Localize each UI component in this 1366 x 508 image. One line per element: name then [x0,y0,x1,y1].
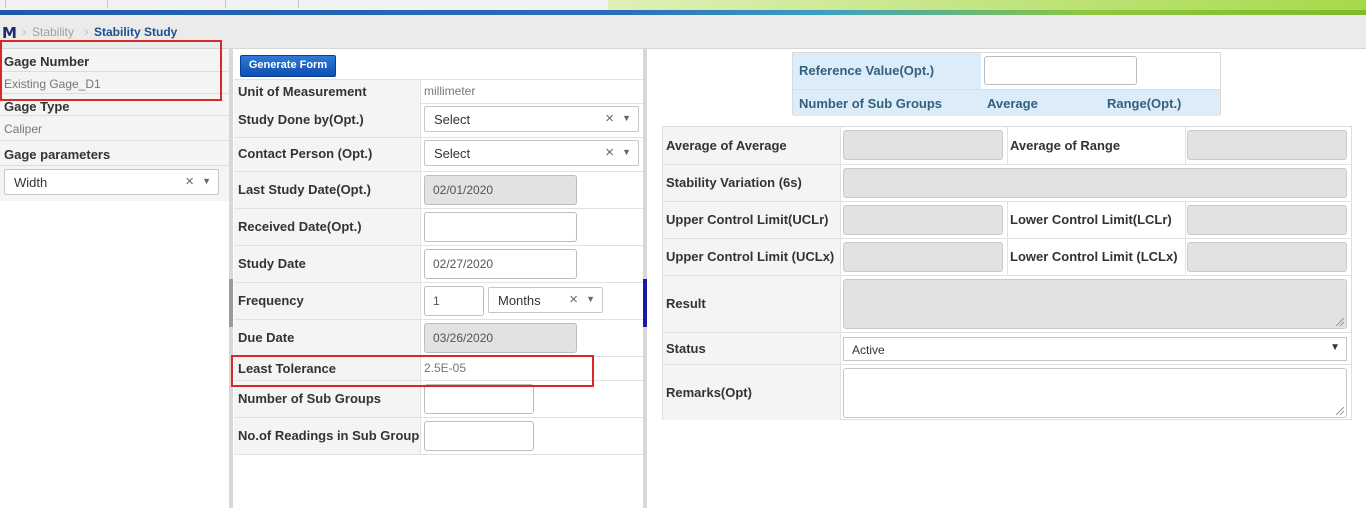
highlight-box-least-tolerance [231,355,594,387]
average-of-range-label: Average of Range [1010,138,1121,153]
ucl-r-label: Upper Control Limit(UCLr) [666,212,829,227]
breadcrumb-separator: › [22,23,27,39]
dropdown-arrow-icon[interactable]: ▼ [586,294,595,304]
ucl-x-field[interactable] [843,242,1003,272]
ucl-x-label: Upper Control Limit (UCLx) [666,249,835,264]
breadcrumb-separator: › [84,23,89,39]
gage-type-value: Caliper [4,122,43,136]
remarks-label: Remarks(Opt) [666,385,752,400]
average-of-average-label: Average of Average [666,138,787,153]
last-study-date-label: Last Study Date(Opt.) [238,182,371,197]
frequency-row: Frequency 1 Months × ▼ [234,283,643,320]
study-date-row: Study Date 02/27/2020 [234,246,643,283]
last-study-date-row: Last Study Date(Opt.) 02/01/2020 [234,172,643,209]
due-date-row: Due Date 03/26/2020 [234,320,643,357]
resize-handle-icon[interactable] [1336,318,1344,326]
left-splitter[interactable] [229,49,233,508]
result-label: Result [666,296,706,311]
dropdown-arrow-icon[interactable]: ▼ [202,176,211,186]
frequency-unit-value: Months [498,293,541,308]
column-number-of-sub-groups: Number of Sub Groups [799,96,942,111]
result-textarea[interactable] [843,279,1347,329]
lcl-x-label: Lower Control Limit (LCLx) [1010,249,1178,264]
frequency-label: Frequency [238,293,304,308]
received-date-label: Received Date(Opt.) [238,219,362,234]
number-of-sub-groups-field[interactable] [424,384,534,414]
column-range: Range(Opt.) [1107,96,1182,111]
clear-icon[interactable]: × [569,291,578,308]
top-tab-strip [0,0,1366,10]
received-date-field[interactable] [424,212,577,242]
due-date-label: Due Date [238,330,295,345]
stability-variation-row: Stability Variation (6s) [663,165,1351,202]
reference-value-label: Reference Value(Opt.) [799,63,935,78]
clear-icon[interactable]: × [605,144,614,161]
study-done-by-row: Study Done by(Opt.) Select × ▼ [234,103,643,138]
frequency-unit-select[interactable]: Months × ▼ [488,287,603,313]
status-value: Active [852,343,885,357]
average-of-average-field[interactable] [843,130,1003,160]
study-done-by-value: Select [434,112,471,127]
remarks-row: Remarks(Opt) [663,365,1351,420]
status-select[interactable]: Active ▼ [843,337,1347,361]
status-row: Status Active ▼ [663,333,1351,365]
generate-form-button[interactable]: Generate Form [240,55,336,77]
splitter-handle[interactable] [643,279,647,327]
column-average: Average [987,96,1038,111]
readings-in-sub-group-label: No.of Readings in Sub Group [238,428,420,443]
lcl-x-field[interactable] [1187,242,1347,272]
gage-parameters-label: Gage parameters [4,147,111,162]
contact-person-select[interactable]: Select × ▼ [424,140,639,166]
highlight-box-gage-number [0,40,222,101]
splitter-handle[interactable] [229,279,233,327]
study-done-by-select[interactable]: Select × ▼ [424,106,639,132]
stability-variation-field[interactable] [843,168,1347,198]
contact-person-row: Contact Person (Opt.) Select × ▼ [234,138,643,172]
study-date-field[interactable]: 02/27/2020 [424,249,577,279]
number-of-sub-groups-label: Number of Sub Groups [238,391,381,406]
received-date-row: Received Date(Opt.) [234,209,643,246]
contact-person-label: Contact Person (Opt.) [238,146,373,161]
unit-of-measurement-row: Unit of Measurement millimeter [234,79,643,104]
gage-parameters-value: Width [14,175,48,190]
lcl-r-field[interactable] [1187,205,1347,235]
dropdown-arrow-icon[interactable]: ▼ [622,147,631,157]
readings-in-sub-group-row: No.of Readings in Sub Group [234,418,643,455]
average-of-range-field[interactable] [1187,130,1347,160]
contact-person-value: Select [434,146,471,161]
results-panel: Average of Average Average of Range Stab… [662,126,1352,420]
gage-type-label: Gage Type [4,99,70,114]
gage-parameters-select[interactable]: Width × ▼ [4,169,219,195]
dropdown-arrow-icon[interactable]: ▼ [622,113,631,123]
reference-table: Reference Value(Opt.) Number of Sub Grou… [792,52,1221,116]
last-study-date-field[interactable]: 02/01/2020 [424,175,577,205]
clear-icon[interactable]: × [185,173,194,190]
study-done-by-label: Study Done by(Opt.) [238,112,364,127]
study-date-label: Study Date [238,256,306,271]
clear-icon[interactable]: × [605,110,614,127]
averages-row: Average of Average Average of Range [663,127,1351,165]
due-date-field[interactable]: 03/26/2020 [424,323,577,353]
breadcrumb-stability[interactable]: Stability [32,25,74,39]
reference-value-field[interactable] [984,56,1137,85]
unit-of-measurement-label: Unit of Measurement [238,84,367,99]
dropdown-arrow-icon[interactable]: ▼ [1330,342,1340,353]
frequency-field[interactable]: 1 [424,286,484,316]
reference-table-header: Number of Sub Groups Average Range(Opt.) [793,89,1220,116]
range-limits-row: Upper Control Limit(UCLr) Lower Control … [663,202,1351,239]
readings-in-sub-group-field[interactable] [424,421,534,451]
breadcrumb-stability-study: Stability Study [94,25,178,39]
resize-handle-icon[interactable] [1336,407,1344,415]
result-row: Result [663,276,1351,333]
average-limits-row: Upper Control Limit (UCLx) Lower Control… [663,239,1351,276]
stability-variation-label: Stability Variation (6s) [666,175,802,190]
remarks-textarea[interactable] [843,368,1347,418]
ucl-r-field[interactable] [843,205,1003,235]
unit-of-measurement-value: millimeter [424,84,476,98]
lcl-r-label: Lower Control Limit(LCLr) [1010,212,1172,227]
status-label: Status [666,341,706,356]
